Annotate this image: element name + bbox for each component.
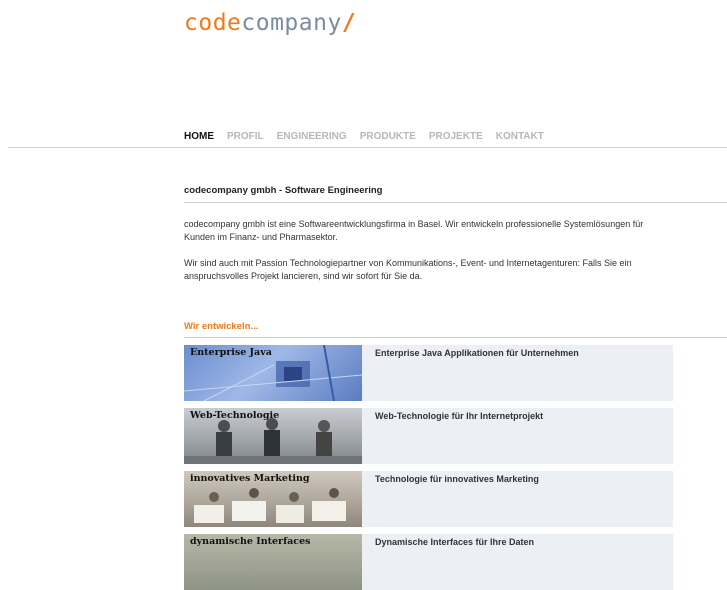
company-logo[interactable]: codecompany/ bbox=[184, 8, 356, 38]
nav-engineering[interactable]: ENGINEERING bbox=[277, 131, 347, 142]
enterprise-java-image[interactable]: Enterprise Java bbox=[184, 345, 362, 401]
enterprise-java-label: Enterprise Java bbox=[190, 347, 272, 358]
develop-item-innovatives-marketing[interactable]: innovatives Marketing Technologie für in… bbox=[184, 471, 673, 527]
develop-item-enterprise-java[interactable]: Enterprise Java Enterprise Java Applikat… bbox=[184, 345, 673, 401]
intro-paragraph-2: Wir sind auch mit Passion Technologiepar… bbox=[184, 258, 632, 281]
nav-produkte[interactable]: PRODUKTE bbox=[360, 131, 416, 142]
enterprise-java-text[interactable]: Enterprise Java Applikationen für Untern… bbox=[375, 348, 579, 358]
web-technologie-text[interactable]: Web-Technologie für Ihr Internetprojekt bbox=[375, 411, 543, 421]
intro-heading: codecompany gmbh - Software Engineering bbox=[184, 185, 383, 196]
web-technologie-image[interactable]: Web-Technologie bbox=[184, 408, 362, 464]
main-navigation: HOME PROFIL ENGINEERING PRODUKTE PROJEKT… bbox=[184, 131, 544, 142]
innovatives-marketing-label: innovatives Marketing bbox=[190, 473, 310, 484]
nav-profil[interactable]: PROFIL bbox=[227, 131, 264, 142]
logo-slash: / bbox=[341, 10, 357, 36]
develop-item-web-technologie[interactable]: Web-Technologie Web-Technologie für Ihr … bbox=[184, 408, 673, 464]
nav-kontakt[interactable]: KONTAKT bbox=[496, 131, 544, 142]
develop-divider bbox=[184, 337, 727, 338]
innovatives-marketing-text[interactable]: Technologie für innovatives Marketing bbox=[375, 474, 539, 484]
dynamische-interfaces-text[interactable]: Dynamische Interfaces für Ihre Daten bbox=[375, 537, 534, 547]
nav-projekte[interactable]: PROJEKTE bbox=[429, 131, 483, 142]
dynamische-interfaces-image[interactable]: dynamische Interfaces bbox=[184, 534, 362, 590]
dynamische-interfaces-label: dynamische Interfaces bbox=[190, 536, 311, 547]
develop-heading: Wir entwickeln... bbox=[184, 321, 259, 332]
logo-code-part: code bbox=[184, 10, 242, 36]
innovatives-marketing-image[interactable]: innovatives Marketing bbox=[184, 471, 362, 527]
logo-company-part: company bbox=[241, 10, 342, 36]
develop-item-dynamische-interfaces[interactable]: dynamische Interfaces Dynamische Interfa… bbox=[184, 534, 673, 590]
nav-home[interactable]: HOME bbox=[184, 131, 214, 142]
intro-divider bbox=[184, 202, 727, 203]
web-technologie-label: Web-Technologie bbox=[190, 410, 280, 421]
intro-paragraph-1: codecompany gmbh ist eine Softwareentwic… bbox=[184, 219, 644, 242]
nav-divider bbox=[8, 147, 727, 148]
